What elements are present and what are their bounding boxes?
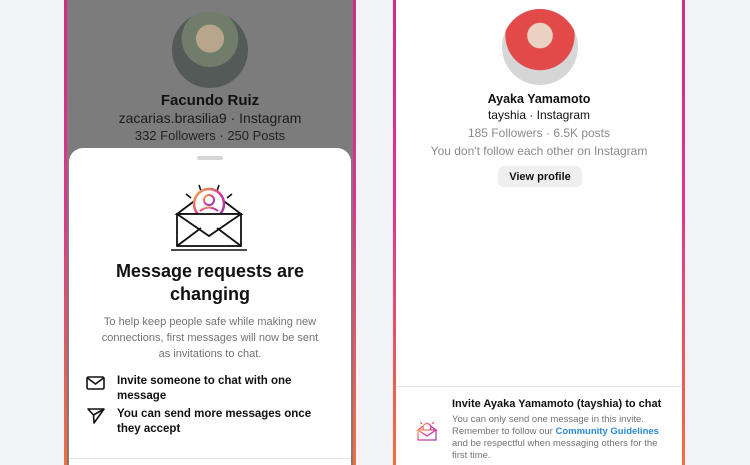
sheet-title: Message requests are changing bbox=[115, 261, 305, 304]
invite-description: You can only send one message in this in… bbox=[452, 414, 672, 462]
feature-row-send: You can send more messages once they acc… bbox=[85, 407, 337, 437]
profile-handle: tayshia · Instagram bbox=[487, 108, 591, 122]
avatar bbox=[172, 12, 248, 88]
profile-handle: zacarias.brasilia9 · Instagram bbox=[118, 110, 302, 126]
avatar[interactable] bbox=[502, 9, 578, 85]
view-profile-button[interactable]: View profile bbox=[498, 166, 582, 187]
right-phone-left-edge bbox=[393, 0, 396, 465]
divider bbox=[69, 458, 351, 459]
message-requests-sheet: Message requests are changing To help ke… bbox=[69, 148, 351, 465]
right-phone-screen: Ayaka Yamamoto tayshia · Instagram 185 F… bbox=[393, 0, 685, 465]
right-phone-right-edge bbox=[682, 0, 685, 465]
feature-text: You can send more messages once they acc… bbox=[117, 408, 312, 435]
sheet-description: To help keep people safe while making ne… bbox=[101, 316, 319, 360]
divider bbox=[396, 386, 682, 387]
feature-text: Invite someone to chat with one message bbox=[117, 375, 292, 402]
follow-status: You don't follow each other on Instagram bbox=[430, 144, 648, 158]
mail-icon bbox=[86, 376, 105, 390]
feature-row-invite: Invite someone to chat with one message bbox=[85, 374, 337, 404]
community-guidelines-link[interactable]: Community Guidelines bbox=[555, 426, 658, 437]
left-phone-screen: Facundo Ruiz zacarias.brasilia9 · Instag… bbox=[64, 0, 356, 465]
profile-stats: 185 Followers · 6.5K posts bbox=[467, 126, 611, 140]
invite-envelope-icon bbox=[416, 419, 438, 441]
profile-name: Ayaka Yamamoto bbox=[487, 92, 591, 106]
envelope-invite-icon bbox=[171, 184, 247, 251]
profile-name: Facundo Ruiz bbox=[160, 92, 260, 109]
send-icon bbox=[87, 408, 105, 424]
profile-stats: 332 Followers · 250 Posts bbox=[134, 128, 286, 143]
left-phone-right-edge bbox=[353, 0, 356, 465]
invite-text-after: and be respectful when messaging others … bbox=[452, 438, 658, 461]
invite-title: Invite Ayaka Yamamoto (tayshia) to chat bbox=[452, 398, 662, 410]
sheet-drag-handle[interactable] bbox=[197, 156, 223, 160]
